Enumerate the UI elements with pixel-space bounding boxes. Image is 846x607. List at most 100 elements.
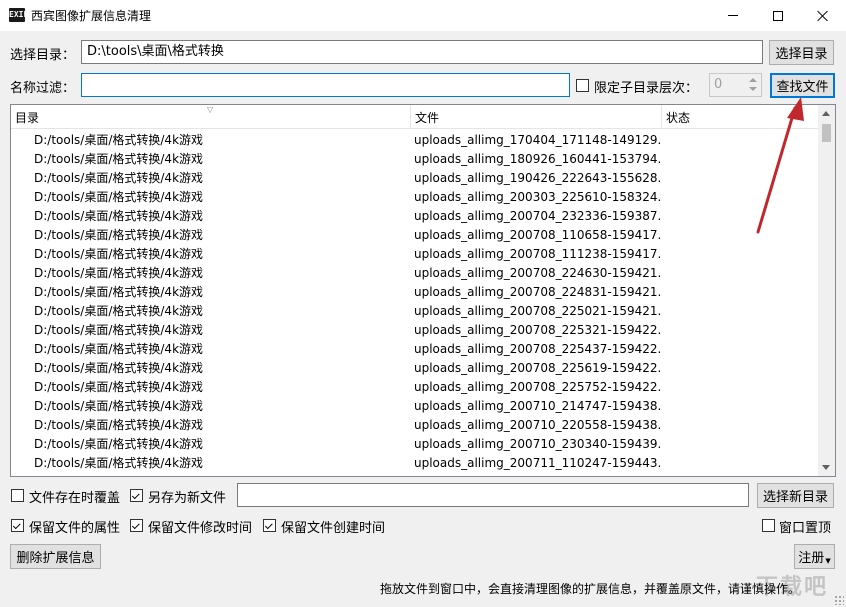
table-row[interactable]: D:/tools/桌面/格式转换/4k游戏 uploads_allimg_1809… — [11, 150, 819, 169]
new-dir-input[interactable] — [237, 483, 749, 507]
row-dir-cell: D:/tools/桌面/格式转换/4k游戏 — [34, 266, 204, 280]
row-file-cell: uploads_allimg_200708_225437-159422... — [414, 342, 661, 356]
row-dir-cell: D:/tools/桌面/格式转换/4k游戏 — [34, 456, 204, 470]
table-row[interactable]: D:/tools/桌面/格式转换/4k游戏 uploads_allimg_2007… — [11, 226, 819, 245]
spinner-arrows[interactable] — [746, 75, 760, 95]
filter-label: 名称过滤： — [10, 81, 76, 96]
table-row[interactable]: D:/tools/桌面/格式转换/4k游戏 uploads_allimg_2007… — [11, 321, 819, 340]
scroll-down-icon[interactable] — [822, 465, 830, 470]
table-row[interactable]: D:/tools/桌面/格式转换/4k游戏 uploads_allimg_2007… — [11, 283, 819, 302]
hint-text: 拖放文件到窗口中，会直接清理图像的扩展信息，并覆盖原文件，请谨慎操作。 — [380, 582, 801, 596]
save-as-new-checkbox[interactable] — [130, 489, 143, 502]
scroll-thumb[interactable] — [822, 124, 831, 142]
row-dir-cell: D:/tools/桌面/格式转换/4k游戏 — [34, 228, 204, 242]
delete-exif-button[interactable]: 删除扩展信息 — [10, 544, 101, 569]
sort-arrow-icon: ▽ — [207, 105, 214, 114]
row-file-cell: uploads_allimg_200708_225752-159422... — [414, 380, 661, 394]
close-button[interactable] — [800, 0, 846, 31]
column-header-status[interactable]: 状态 — [662, 105, 819, 129]
row-dir-cell: D:/tools/桌面/格式转换/4k游戏 — [34, 380, 204, 394]
minimize-icon — [728, 15, 738, 16]
row-dir-cell: D:/tools/桌面/格式转换/4k游戏 — [34, 209, 204, 223]
row-dir-cell: D:/tools/桌面/格式转换/4k游戏 — [34, 361, 204, 375]
table-row[interactable]: D:/tools/桌面/格式转换/4k游戏 uploads_allimg_2003… — [11, 188, 819, 207]
table-row[interactable]: D:/tools/桌面/格式转换/4k游戏 uploads_allimg_2007… — [11, 264, 819, 283]
table-row[interactable]: D:/tools/桌面/格式转换/4k游戏 uploads_allimg_2007… — [11, 454, 819, 473]
limit-depth-label: 限定子目录层次： — [594, 81, 699, 96]
row-file-cell: uploads_allimg_200710_214747-159438... — [414, 399, 661, 413]
table-row[interactable]: D:/tools/桌面/格式转换/4k游戏 uploads_allimg_2007… — [11, 416, 819, 435]
watermark-logo: 下载吧 — [755, 575, 828, 600]
vertical-scrollbar[interactable] — [818, 105, 835, 476]
row-dir-cell: D:/tools/桌面/格式转换/4k游戏 — [34, 190, 204, 204]
row-dir-cell: D:/tools/桌面/格式转换/4k游戏 — [34, 285, 204, 299]
row-file-cell: uploads_allimg_200711_110247-159443... — [414, 456, 661, 470]
minimize-button[interactable] — [710, 0, 756, 31]
table-row[interactable]: D:/tools/桌面/格式转换/4k游戏 uploads_allimg_1904… — [11, 169, 819, 188]
choose-new-dir-button[interactable]: 选择新目录 — [757, 483, 834, 508]
row-dir-cell: D:/tools/桌面/格式转换/4k游戏 — [34, 152, 204, 166]
table-row[interactable]: D:/tools/桌面/格式转换/4k游戏 uploads_allimg_2007… — [11, 207, 819, 226]
row-file-cell: uploads_allimg_180926_160441-153794... — [414, 152, 661, 166]
table-row[interactable]: D:/tools/桌面/格式转换/4k游戏 uploads_allimg_2007… — [11, 378, 819, 397]
keep-ctime-checkbox[interactable] — [263, 519, 276, 532]
row-file-cell: uploads_allimg_190426_222643-155628... — [414, 171, 661, 185]
scroll-up-icon[interactable] — [822, 111, 830, 116]
table-row[interactable]: D:/tools/桌面/格式转换/4k游戏 uploads_allimg_2007… — [11, 302, 819, 321]
dir-input[interactable]: D:\tools\桌面\格式转换 — [81, 40, 763, 64]
resize-grip-icon[interactable] — [834, 595, 844, 605]
keep-attr-checkbox[interactable] — [11, 519, 24, 532]
row-dir-cell: D:/tools/桌面/格式转换/4k游戏 — [34, 304, 204, 318]
column-header-file[interactable]: 文件 — [411, 105, 661, 129]
find-files-button[interactable]: 查找文件 — [770, 73, 835, 98]
maximize-button[interactable] — [755, 0, 801, 31]
spin-down-icon[interactable] — [749, 87, 757, 91]
keep-attr-label: 保留文件的属性 — [29, 521, 121, 536]
list-header: 目录 ▽ 文件 状态 — [11, 105, 819, 129]
row-file-cell: uploads_allimg_200708_111238-159417... — [414, 247, 661, 261]
table-row[interactable]: D:/tools/桌面/格式转换/4k游戏 uploads_allimg_2007… — [11, 397, 819, 416]
row-file-cell: uploads_allimg_170404_171148-149129... — [414, 133, 661, 147]
topmost-label: 窗口置顶 — [779, 521, 832, 536]
save-as-new-label: 另存为新文件 — [148, 491, 227, 506]
topmost-checkbox[interactable] — [762, 519, 775, 532]
app-icon: EXIF — [9, 8, 28, 22]
limit-depth-checkbox[interactable] — [576, 79, 589, 92]
filter-input[interactable] — [81, 73, 570, 97]
row-dir-cell: D:/tools/桌面/格式转换/4k游戏 — [34, 342, 204, 356]
close-icon — [817, 10, 829, 22]
overwrite-label: 文件存在时覆盖 — [29, 491, 121, 506]
file-list[interactable]: 目录 ▽ 文件 状态 D:/tools/桌面/格式转换/4k游戏 uploads_… — [10, 104, 836, 477]
register-button[interactable]: 注册 ▼ — [794, 544, 835, 569]
table-row[interactable]: D:/tools/桌面/格式转换/4k游戏 uploads_allimg_2007… — [11, 245, 819, 264]
row-dir-cell: D:/tools/桌面/格式转换/4k游戏 — [34, 323, 204, 337]
row-dir-cell: D:/tools/桌面/格式转换/4k游戏 — [34, 399, 204, 413]
row-dir-cell: D:/tools/桌面/格式转换/4k游戏 — [34, 437, 204, 451]
row-file-cell: uploads_allimg_200708_225619-159422... — [414, 361, 661, 375]
table-row[interactable]: D:/tools/桌面/格式转换/4k游戏 uploads_allimg_2007… — [11, 435, 819, 454]
row-file-cell: uploads_allimg_200708_224630-159421... — [414, 266, 661, 280]
row-file-cell: uploads_allimg_200710_220558-159438... — [414, 418, 661, 432]
depth-value: 0 — [714, 77, 723, 92]
table-row[interactable]: D:/tools/桌面/格式转换/4k游戏 uploads_allimg_2007… — [11, 340, 819, 359]
keep-mtime-checkbox[interactable] — [130, 519, 143, 532]
row-dir-cell: D:/tools/桌面/格式转换/4k游戏 — [34, 133, 204, 147]
spin-up-icon[interactable] — [749, 78, 757, 82]
depth-spinner[interactable]: 0 — [709, 73, 762, 97]
maximize-icon — [773, 10, 783, 21]
row-file-cell: uploads_allimg_200704_232336-159387... — [414, 209, 661, 223]
row-dir-cell: D:/tools/桌面/格式转换/4k游戏 — [34, 418, 204, 432]
title-bar[interactable]: EXIF 西宾图像扩展信息清理 — [0, 0, 846, 31]
dir-label: 选择目录： — [10, 48, 76, 63]
row-file-cell: uploads_allimg_200708_225021-159421... — [414, 304, 661, 318]
table-row[interactable]: D:/tools/桌面/格式转换/4k游戏 uploads_allimg_2007… — [11, 359, 819, 378]
row-dir-cell: D:/tools/桌面/格式转换/4k游戏 — [34, 247, 204, 261]
choose-dir-button[interactable]: 选择目录 — [769, 40, 834, 65]
window-title: 西宾图像扩展信息清理 — [31, 9, 152, 23]
row-dir-cell: D:/tools/桌面/格式转换/4k游戏 — [34, 171, 204, 185]
register-label: 注册 — [798, 551, 825, 566]
overwrite-checkbox[interactable] — [11, 489, 24, 502]
table-row[interactable]: D:/tools/桌面/格式转换/4k游戏 uploads_allimg_1704… — [11, 131, 819, 150]
row-file-cell: uploads_allimg_200708_110658-159417... — [414, 228, 661, 242]
row-file-cell: uploads_allimg_200303_225610-158324... — [414, 190, 661, 204]
